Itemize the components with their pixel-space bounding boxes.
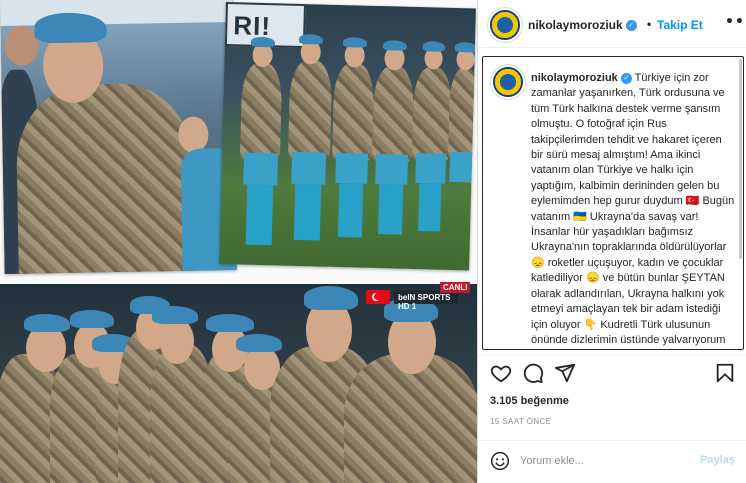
player-socks — [418, 183, 442, 232]
player-beret — [342, 37, 368, 48]
post-header: nikolaymoroziuk✓ • Takip Et ••• — [478, 0, 746, 48]
caption-scrollbar[interactable] — [739, 59, 742, 259]
turkey-flag — [366, 290, 390, 304]
follow-button[interactable]: Takip Et — [657, 18, 703, 32]
player-shorts — [449, 151, 476, 183]
player — [447, 67, 476, 161]
player — [411, 66, 453, 162]
separator-dot: • — [647, 17, 652, 31]
player-socks — [377, 184, 404, 235]
bookmark-icon[interactable] — [714, 362, 736, 384]
soldier-beret — [24, 314, 70, 332]
heart-icon[interactable] — [490, 362, 512, 384]
fan-face — [178, 116, 209, 153]
caption-area[interactable]: nikolaymoroziuk ✓ Türkiye için zor zamanl… — [482, 56, 744, 350]
soldier-face — [160, 318, 194, 364]
smiley-icon[interactable] — [490, 451, 510, 471]
post-panel: nikolaymoroziuk✓ • Takip Et ••• nikolaym… — [477, 0, 746, 483]
avatar[interactable] — [490, 10, 520, 40]
like-count[interactable]: 3.105 beğenme — [490, 395, 569, 407]
player-socks — [245, 184, 274, 246]
soldier-beret — [70, 310, 114, 328]
more-icon[interactable]: ••• — [725, 14, 746, 30]
player-beret — [298, 33, 324, 45]
action-bar — [478, 355, 746, 391]
player-socks — [337, 183, 364, 238]
paper-plane-icon[interactable] — [554, 362, 576, 384]
soldier-beret — [152, 306, 198, 324]
player — [371, 65, 415, 163]
player — [287, 59, 333, 161]
post-media[interactable]: RI! beIN SPORTS HD 1 CANLI — [0, 0, 477, 483]
player-beret — [382, 40, 408, 51]
author-username[interactable]: nikolaymoroziuk ✓ — [528, 18, 637, 32]
player — [331, 62, 375, 162]
caption-body: Türkiye için zor zamanlar yaşanırken, Tü… — [531, 72, 735, 346]
post-timestamp[interactable]: 15 SAAT ÖNCE — [490, 417, 551, 426]
caption: nikolaymoroziuk ✓ Türkiye için zor zamanl… — [531, 71, 737, 349]
username-text[interactable]: nikolaymoroziuk — [528, 18, 623, 32]
verified-badge-icon: ✓ — [620, 72, 632, 84]
share-button[interactable]: Paylaş — [700, 454, 735, 466]
soldier-beret — [304, 286, 358, 310]
coach-body — [15, 82, 195, 274]
photo-lineup — [0, 284, 477, 483]
photo-team: RI! — [219, 2, 476, 271]
player-shorts — [291, 151, 327, 185]
player — [239, 62, 283, 162]
player-beret — [422, 41, 446, 52]
comment-icon[interactable] — [522, 362, 544, 384]
player-beret — [454, 42, 476, 53]
player-shorts — [243, 152, 279, 186]
player-beret — [250, 36, 276, 48]
live-badge: CANLI — [440, 282, 471, 293]
comment-bar: Paylaş — [478, 440, 746, 483]
verified-badge-icon: ✓ — [625, 20, 637, 32]
player-shorts — [335, 152, 369, 184]
player-shorts — [375, 153, 409, 185]
caption-avatar[interactable] — [493, 67, 523, 97]
player-socks — [293, 183, 322, 241]
caption-username[interactable]: nikolaymoroziuk — [531, 72, 618, 84]
soldier-beret — [236, 334, 282, 352]
photo-coach — [0, 0, 237, 274]
coach-beret — [34, 12, 107, 44]
soldier-beret — [206, 314, 254, 332]
player-shorts — [415, 153, 447, 184]
comment-input[interactable] — [520, 451, 690, 471]
